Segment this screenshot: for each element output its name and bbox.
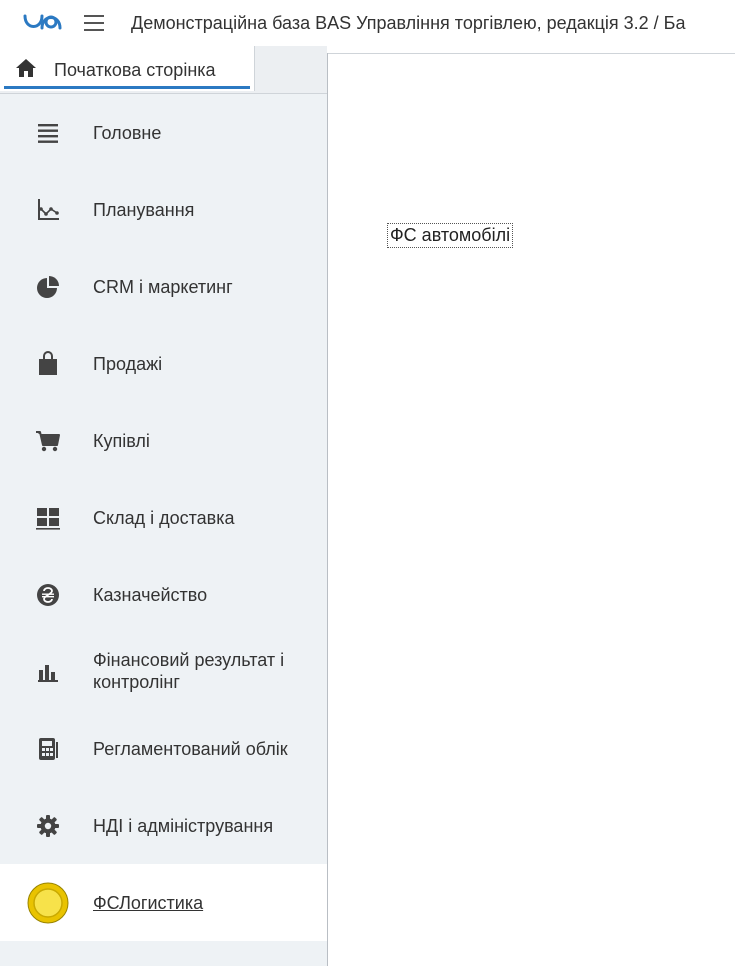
sidebar-item-label: CRM і маркетинг <box>93 277 233 297</box>
tab-home-label: Початкова сторінка <box>54 60 216 80</box>
sidebar-item-admin[interactable]: НДІ і адміністрування <box>0 787 327 864</box>
main-menu-button[interactable] <box>82 12 106 34</box>
home-icon <box>16 59 36 77</box>
tab-home[interactable]: Початкова сторінка <box>0 46 255 91</box>
sidebar-item-label: Фінансовий результат і контролінг <box>93 650 285 692</box>
pie-chart-icon <box>34 273 62 301</box>
sidebar-item-planning[interactable]: Планування <box>0 171 327 248</box>
sidebar-item-warehouse[interactable]: Склад і доставка <box>0 479 327 556</box>
top-bar: Демонстраційна база BAS Управління торгі… <box>0 0 735 46</box>
shopping-bag-icon <box>34 350 62 378</box>
sidebar-item-treasury[interactable]: Казначейство <box>0 556 327 633</box>
fs-cars-link[interactable]: ФС автомобілі <box>387 223 514 248</box>
sidebar-item-fs-logistics[interactable]: ФСЛогистика <box>0 864 327 941</box>
content-area: ФС автомобілі <box>328 53 735 967</box>
sidebar-item-label: ФСЛогистика <box>93 893 204 913</box>
sidebar-item-financial-result[interactable]: Фінансовий результат і контролінг <box>0 633 327 710</box>
sidebar-item-regulated-accounting[interactable]: Регламентований облік <box>0 710 327 787</box>
active-tab-indicator <box>4 86 250 89</box>
sidebar-item-label: Планування <box>93 200 195 220</box>
sections-panel: Головне Планування CRM і маркетинг Прода… <box>0 94 327 966</box>
bas-logo-icon <box>23 14 62 30</box>
sidebar-item-label: Продажі <box>93 354 163 374</box>
sidebar-item-label: Казначейство <box>93 585 208 605</box>
calculator-icon <box>34 735 62 763</box>
tab-bar: Початкова сторінка <box>0 46 327 94</box>
list-icon <box>34 119 62 147</box>
sidebar-item-main[interactable]: Головне <box>0 94 327 171</box>
warehouse-icon <box>34 504 62 532</box>
sidebar-item-label: НДІ і адміністрування <box>93 816 274 836</box>
sidebar-item-sales[interactable]: Продажі <box>0 325 327 402</box>
sidebar-item-label: Купівлі <box>93 431 150 451</box>
sidebar-item-purchases[interactable]: Купівлі <box>0 402 327 479</box>
hryvnia-coin-icon <box>34 581 62 609</box>
axes-chart-icon <box>34 196 62 224</box>
sidebar-item-label: Склад і доставка <box>93 508 235 528</box>
bar-chart-icon <box>34 658 62 686</box>
sidebar-item-label: Регламентований облік <box>93 739 288 759</box>
cart-icon <box>34 427 62 455</box>
gear-icon <box>34 812 62 840</box>
sidebar-item-label: Головне <box>93 123 162 143</box>
sidebar-item-crm[interactable]: CRM і маркетинг <box>0 248 327 325</box>
app-title: Демонстраційна база BAS Управління торгі… <box>131 13 686 33</box>
yellow-circle-icon <box>27 882 69 924</box>
